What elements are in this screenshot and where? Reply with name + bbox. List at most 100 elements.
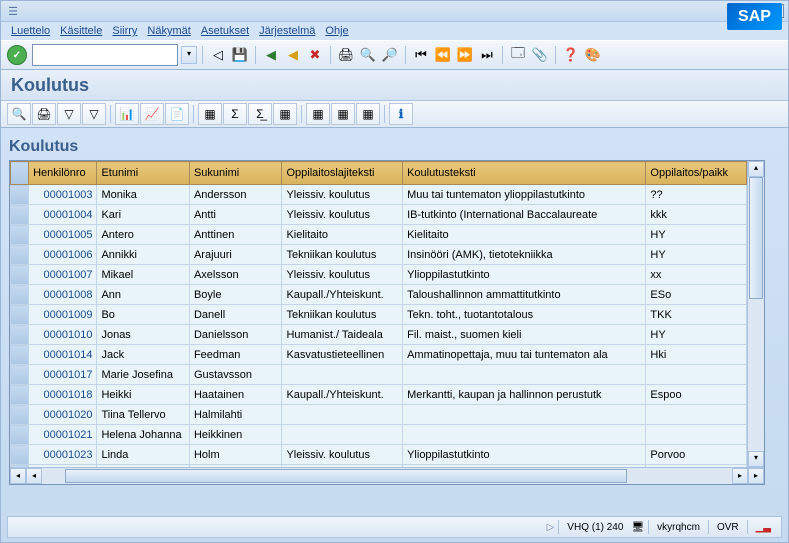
cell-id[interactable]: 00001007	[29, 265, 97, 285]
cell-lastname[interactable]: Antti	[189, 205, 282, 225]
subtotal-button[interactable]: Σ̲	[248, 103, 272, 125]
cell-edutype[interactable]: Kasvatustieteellinen	[282, 465, 403, 468]
app-menu-icon[interactable]: ☰	[5, 4, 21, 18]
cell-edutype[interactable]	[282, 405, 403, 425]
save-layout-button[interactable]: ▦	[356, 103, 380, 125]
table-row[interactable]: 00001017 Marie Josefina Gustavsson	[11, 365, 747, 385]
select-layout-button[interactable]: ▦	[306, 103, 330, 125]
table-row[interactable]: 00001014 Jack Feedman Kasvatustieteellin…	[11, 345, 747, 365]
row-header[interactable]	[11, 185, 29, 205]
cell-edutext[interactable]	[403, 425, 646, 445]
row-header[interactable]	[11, 405, 29, 425]
table-row[interactable]: 00001010 Jonas Danielsson Humanist./ Tai…	[11, 325, 747, 345]
cell-firstname[interactable]: Tiina Tellervo	[97, 405, 190, 425]
prev-page-icon[interactable]: ⏪	[433, 45, 453, 65]
cell-firstname[interactable]: Monika	[97, 185, 190, 205]
cell-edutype[interactable]: Yleissiv. koulutus	[282, 445, 403, 465]
corner-cell[interactable]	[11, 162, 29, 185]
table-row[interactable]: 00001021 Helena Johanna Heikkinen	[11, 425, 747, 445]
cell-id[interactable]: 00001017	[29, 365, 97, 385]
cell-firstname[interactable]: Annikki	[97, 245, 190, 265]
details-button[interactable]: 🔍	[7, 103, 31, 125]
cell-edutext[interactable]: Ammatinopettaja, muu tai tuntematon ala	[403, 345, 646, 365]
filter-button[interactable]: ▽	[82, 103, 106, 125]
cell-id[interactable]: 00001006	[29, 245, 97, 265]
cell-place[interactable]: HY	[646, 325, 747, 345]
first-page-icon[interactable]: ⏮	[411, 45, 431, 65]
find-next-icon[interactable]: 🔎	[380, 45, 400, 65]
command-dropdown[interactable]: ▾	[181, 46, 197, 64]
cell-edutext[interactable]: Ylioppilastutkinto	[403, 445, 646, 465]
cell-lastname[interactable]: Jacobsson	[189, 465, 282, 468]
cell-firstname[interactable]: Kari	[97, 205, 190, 225]
table-row[interactable]: 00001006 Annikki Arajuuri Tekniikan koul…	[11, 245, 747, 265]
row-header[interactable]	[11, 205, 29, 225]
cell-id[interactable]: 00001005	[29, 225, 97, 245]
cell-lastname[interactable]: Danielsson	[189, 325, 282, 345]
scroll-left-button[interactable]: ◂	[10, 468, 26, 484]
cell-edutype[interactable]: Tekniikan koulutus	[282, 305, 403, 325]
wordproc-button[interactable]: 📄	[165, 103, 189, 125]
cell-lastname[interactable]: Andersson	[189, 185, 282, 205]
row-header[interactable]	[11, 345, 29, 365]
cell-place[interactable]	[646, 405, 747, 425]
table-row[interactable]: 00001020 Tiina Tellervo Halmilahti	[11, 405, 747, 425]
row-header[interactable]	[11, 465, 29, 468]
cell-id[interactable]: 00001010	[29, 325, 97, 345]
cell-id[interactable]: 00001018	[29, 385, 97, 405]
cell-place[interactable]: HY	[646, 465, 747, 468]
scroll-thumb[interactable]	[749, 177, 763, 299]
cell-place[interactable]: Espoo	[646, 385, 747, 405]
sort-asc-button[interactable]: ▽	[57, 103, 81, 125]
cell-firstname[interactable]: Bo	[97, 305, 190, 325]
row-header[interactable]	[11, 305, 29, 325]
cell-lastname[interactable]: Feedman	[189, 345, 282, 365]
cell-id[interactable]: 00001023	[29, 445, 97, 465]
cell-edutext[interactable]: Ylioppilastutkinto	[403, 265, 646, 285]
cell-place[interactable]	[646, 365, 747, 385]
command-field[interactable]	[32, 44, 178, 66]
col-henkilonro[interactable]: Henkilönro	[29, 162, 97, 185]
menu-ohje[interactable]: Ohje	[321, 24, 352, 38]
cell-edutext[interactable]: Insinööri (AMK), tietotekniikka	[403, 245, 646, 265]
cell-edutype[interactable]: Kaupall./Yhteiskunt.	[282, 385, 403, 405]
cell-edutext[interactable]: Muu tai tuntematon ylioppilastutkinto	[403, 185, 646, 205]
cancel-icon[interactable]: ✖	[305, 45, 325, 65]
cell-edutype[interactable]: Kielitaito	[282, 225, 403, 245]
cell-place[interactable]: TKK	[646, 305, 747, 325]
cell-firstname[interactable]: Heikki	[97, 385, 190, 405]
cell-edutext[interactable]: Kasvatust. lis., kasvatustiede	[403, 465, 646, 468]
row-header[interactable]	[11, 285, 29, 305]
create-session-icon[interactable]: 🗔	[508, 45, 528, 65]
cell-place[interactable]	[646, 425, 747, 445]
export-button[interactable]: 📊	[115, 103, 139, 125]
cell-edutype[interactable]: Kasvatustieteellinen	[282, 345, 403, 365]
status-expand-icon[interactable]: ▷	[547, 522, 555, 533]
cell-place[interactable]: HY	[646, 245, 747, 265]
back-icon[interactable]: ◀	[261, 45, 281, 65]
cell-edutext[interactable]: Taloushallinnon ammattitutkinto	[403, 285, 646, 305]
change-layout-button[interactable]: ▦	[331, 103, 355, 125]
cell-place[interactable]: xx	[646, 265, 747, 285]
cell-place[interactable]: Porvoo	[646, 445, 747, 465]
menu-luettelo[interactable]: Luettelo	[7, 24, 54, 38]
cell-lastname[interactable]: Arajuuri	[189, 245, 282, 265]
cell-id[interactable]: 00001004	[29, 205, 97, 225]
table-row[interactable]: 00001005 Antero Anttinen Kielitaito Kiel…	[11, 225, 747, 245]
row-header[interactable]	[11, 445, 29, 465]
col-koulutus[interactable]: Koulutusteksti	[403, 162, 646, 185]
scroll-right-button[interactable]: ▸	[732, 468, 748, 484]
table-row[interactable]: 00001009 Bo Danell Tekniikan koulutus Te…	[11, 305, 747, 325]
cell-edutext[interactable]	[403, 405, 646, 425]
row-header[interactable]	[11, 365, 29, 385]
info-button[interactable]: ℹ	[389, 103, 413, 125]
enter-button[interactable]: ✓	[7, 45, 27, 65]
row-header[interactable]	[11, 325, 29, 345]
table-row[interactable]: 00001007 Mikael Axelsson Yleissiv. koulu…	[11, 265, 747, 285]
table-row[interactable]: 00001008 Ann Boyle Kaupall./Yhteiskunt. …	[11, 285, 747, 305]
sum-button[interactable]: Σ	[223, 103, 247, 125]
cell-firstname[interactable]: Helena Johanna	[97, 425, 190, 445]
cell-edutext[interactable]	[403, 365, 646, 385]
cell-lastname[interactable]: Holm	[189, 445, 282, 465]
row-header[interactable]	[11, 425, 29, 445]
